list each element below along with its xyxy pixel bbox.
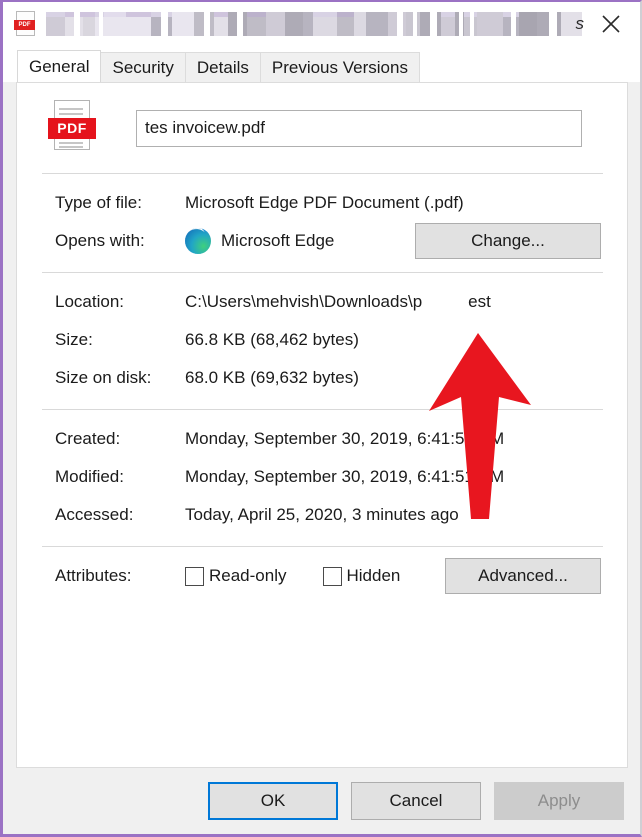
ok-button[interactable]: OK (208, 782, 338, 820)
label-size-on-disk: Size on disk: (55, 368, 152, 387)
checkbox-hidden[interactable]: Hidden (322, 566, 401, 586)
label-location: Location: (55, 292, 124, 311)
label-modified: Modified: (55, 467, 124, 486)
row-size: Size: 66.8 KB (68,462 bytes) (17, 321, 627, 359)
change-button[interactable]: Change... (415, 223, 601, 259)
window-title: s (46, 11, 584, 37)
advanced-button[interactable]: Advanced... (445, 558, 601, 594)
title-bar: PDF s (3, 2, 640, 46)
row-accessed: Accessed: Today, April 25, 2020, 3 minut… (17, 496, 627, 534)
attributes-checkbox-list: Read-only Hidden (185, 566, 445, 586)
tab-previous-versions[interactable]: Previous Versions (259, 52, 420, 82)
row-created: Created: Monday, September 30, 2019, 6:4… (17, 420, 627, 458)
row-size-on-disk: Size on disk: 68.0 KB (69,632 bytes) (17, 359, 627, 397)
pdf-file-icon: PDF (45, 99, 99, 157)
checkbox-label-read-only: Read-only (209, 566, 287, 585)
title-visible-tail: s (575, 14, 585, 33)
row-attributes: Attributes: Read-only Hidden Advanced... (17, 557, 627, 595)
tab-strip: General Security Details Previous Versio… (3, 46, 640, 82)
general-tab-panel: PDF Type of file: Microsoft Edge PDF Doc… (16, 82, 628, 768)
row-type-of-file: Type of file: Microsoft Edge PDF Documen… (17, 184, 627, 222)
value-size-on-disk: 68.0 KB (69,632 bytes) (185, 368, 359, 387)
microsoft-edge-icon (185, 228, 211, 254)
value-opens-with: Microsoft Edge (185, 228, 415, 254)
location-size-group: Location: C:\Users\mehvish\Downloads\p e… (17, 273, 627, 409)
label-type-of-file: Type of file: (55, 193, 142, 212)
filename-input[interactable] (136, 109, 582, 147)
apply-button: Apply (494, 782, 624, 820)
cancel-button[interactable]: Cancel (351, 782, 481, 820)
row-opens-with: Opens with: Microsoft Edge Change... (17, 222, 627, 260)
label-accessed: Accessed: (55, 505, 134, 524)
file-properties-window: PDF s General Security Details Previous … (0, 0, 642, 837)
tab-security[interactable]: Security (100, 52, 186, 82)
opens-with-app-name: Microsoft Edge (221, 231, 335, 250)
value-created: Monday, September 30, 2019, 6:41:50 PM (185, 429, 505, 448)
value-type-of-file: Microsoft Edge PDF Document (.pdf) (185, 193, 464, 212)
value-size: 66.8 KB (68,462 bytes) (185, 330, 359, 349)
row-modified: Modified: Monday, September 30, 2019, 6:… (17, 458, 627, 496)
tab-general[interactable]: General (17, 50, 102, 82)
label-opens-with: Opens with: (55, 231, 145, 250)
row-location: Location: C:\Users\mehvish\Downloads\p e… (17, 283, 627, 321)
checkbox-label-hidden: Hidden (346, 566, 401, 585)
checkbox-box-read-only[interactable] (185, 566, 204, 586)
location-path-prefix: C:\Users\mehvish\Downloads\p (185, 292, 423, 311)
location-path-suffix: est (468, 292, 491, 311)
dialog-footer: OK Cancel Apply (3, 768, 640, 834)
checkbox-read-only[interactable]: Read-only (185, 566, 287, 586)
value-location: C:\Users\mehvish\Downloads\p est (185, 292, 627, 312)
attributes-group: Attributes: Read-only Hidden Advanced... (17, 547, 627, 607)
pdf-file-icon: PDF (14, 11, 36, 37)
redacted-filename-blur (46, 12, 582, 36)
file-header-row: PDF (17, 83, 627, 173)
label-size: Size: (55, 330, 93, 349)
dates-group: Created: Monday, September 30, 2019, 6:4… (17, 410, 627, 546)
value-modified: Monday, September 30, 2019, 6:41:51 PM (185, 467, 505, 486)
label-attributes: Attributes: (55, 566, 132, 585)
close-icon[interactable] (584, 3, 638, 45)
label-created: Created: (55, 429, 121, 448)
value-accessed: Today, April 25, 2020, 3 minutes ago (185, 505, 459, 524)
checkbox-box-hidden[interactable] (322, 566, 342, 586)
file-type-group: Type of file: Microsoft Edge PDF Documen… (17, 174, 627, 272)
tab-details[interactable]: Details (184, 52, 261, 82)
